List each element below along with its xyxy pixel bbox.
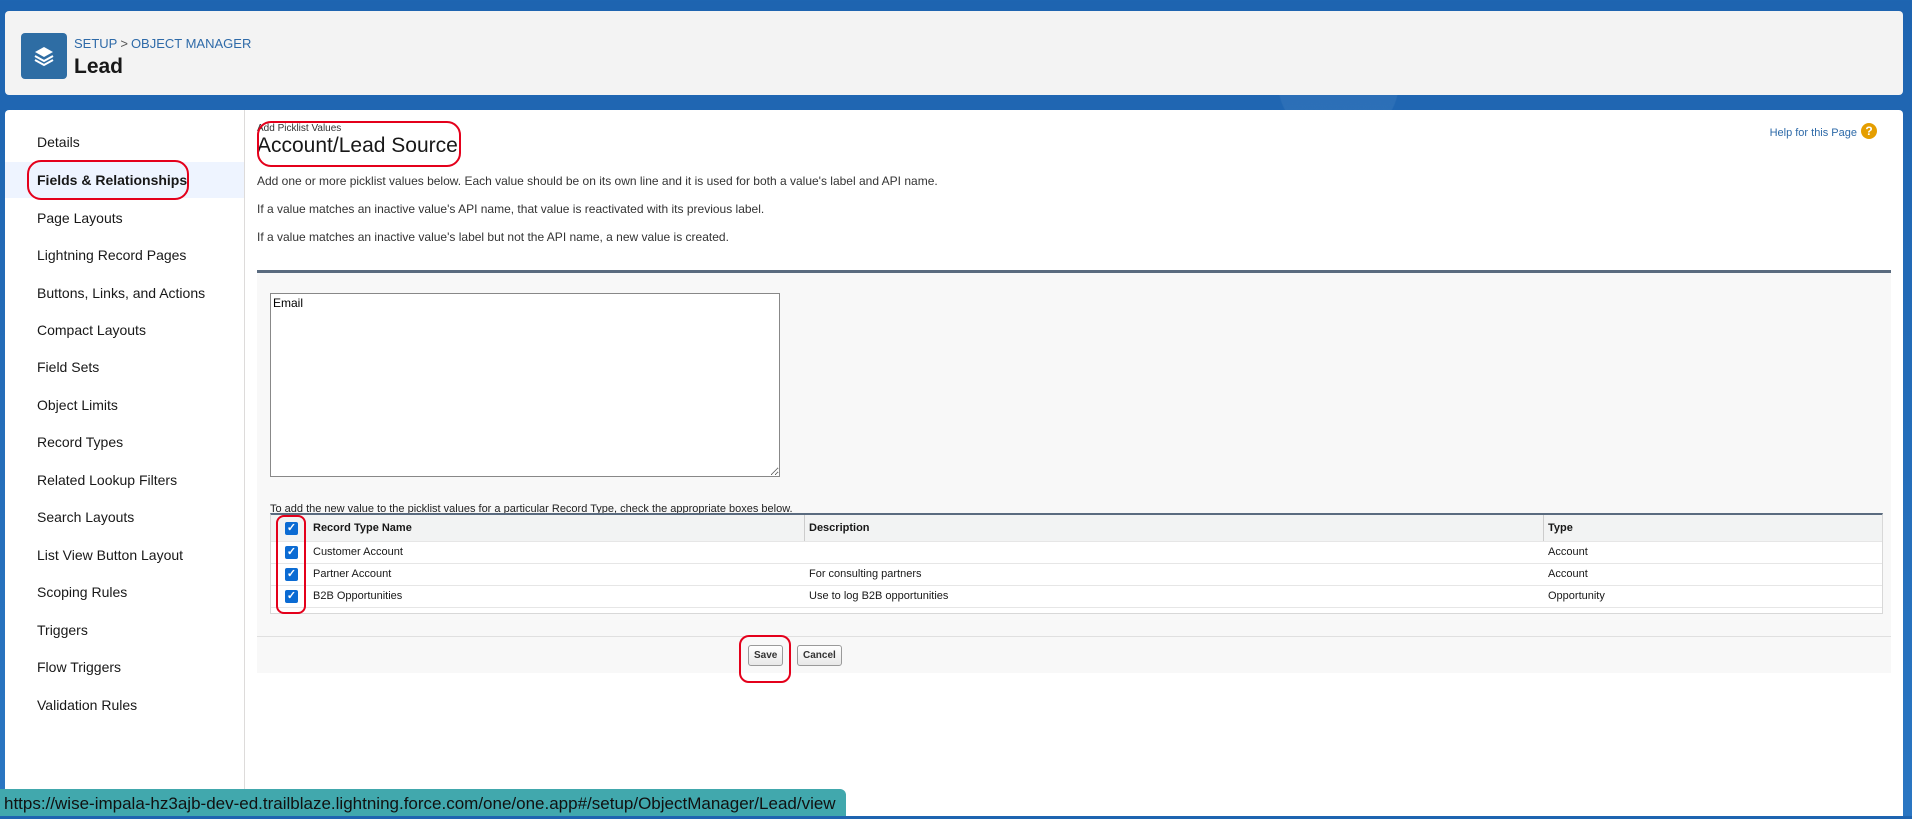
record-type-name: Customer Account [313, 546, 403, 558]
column-header-type[interactable]: Type [1543, 515, 1573, 541]
record-type-type: Account [1548, 546, 1588, 558]
sidebar-item-flow-triggers[interactable]: Flow Triggers [5, 649, 244, 685]
object-header: SETUP > OBJECT MANAGER Lead [5, 11, 1903, 95]
row-checkbox[interactable]: ✓ [285, 589, 298, 603]
sidebar-item-related-lookup-filters[interactable]: Related Lookup Filters [5, 462, 244, 498]
select-all-checkbox[interactable]: ✓ [285, 521, 298, 535]
sidebar-item-object-limits[interactable]: Object Limits [5, 387, 244, 423]
layers-icon [21, 33, 67, 79]
help-icon[interactable]: ? [1861, 123, 1877, 139]
record-type-description: For consulting partners [809, 568, 922, 580]
sidebar-item-details[interactable]: Details [5, 124, 244, 160]
table-row: ✓ B2B Opportunities Use to log B2B oppor… [271, 585, 1882, 608]
table-row: ✓ Partner Account For consulting partner… [271, 563, 1882, 586]
table-row: ✓ Customer Account Account [271, 541, 1882, 564]
table-header-row: ✓ Record Type Name Description Type [271, 515, 1882, 542]
picklist-values-textarea[interactable]: Email [270, 293, 780, 477]
record-type-type: Opportunity [1548, 590, 1605, 602]
sidebar-item-list-view-button-layout[interactable]: List View Button Layout [5, 537, 244, 573]
status-bar-url: https://wise-impala-hz3ajb-dev-ed.trailb… [0, 789, 846, 816]
sidebar-item-page-layouts[interactable]: Page Layouts [5, 200, 244, 236]
breadcrumb-setup[interactable]: SETUP [74, 36, 117, 51]
picklist-title: Account/Lead Source [257, 134, 458, 157]
picklist-form: Email To add the new value to the pickli… [257, 270, 1891, 683]
page-subtitle: Add Picklist Values [257, 123, 342, 134]
record-type-description: Use to log B2B opportunities [809, 590, 949, 602]
row-checkbox[interactable]: ✓ [285, 567, 298, 581]
record-type-table: ✓ Record Type Name Description Type ✓ Cu… [270, 513, 1883, 614]
breadcrumb-object-manager[interactable]: OBJECT MANAGER [131, 36, 251, 51]
sidebar-item-fields-relationships[interactable]: Fields & Relationships [5, 162, 244, 198]
main-panel: Details Fields & Relationships Page Layo… [5, 110, 1903, 816]
sidebar-item-buttons-links-actions[interactable]: Buttons, Links, and Actions [5, 275, 244, 311]
content-area: Add Picklist Values Account/Lead Source … [257, 110, 1897, 810]
sidebar-item-compact-layouts[interactable]: Compact Layouts [5, 312, 244, 348]
sidebar-item-scoping-rules[interactable]: Scoping Rules [5, 574, 244, 610]
column-header-record-type-name[interactable]: Record Type Name [313, 515, 412, 541]
row-checkbox[interactable]: ✓ [285, 545, 298, 559]
breadcrumb-separator: > [120, 36, 128, 51]
description-line-3: If a value matches an inactive value's l… [257, 230, 729, 244]
description-line-2: If a value matches an inactive value's A… [257, 202, 765, 216]
sidebar-item-triggers[interactable]: Triggers [5, 612, 244, 648]
sidebar-item-lightning-record-pages[interactable]: Lightning Record Pages [5, 237, 244, 273]
sidebar-item-field-sets[interactable]: Field Sets [5, 349, 244, 385]
cancel-button[interactable]: Cancel [797, 645, 842, 666]
button-row: Save Cancel [257, 635, 1891, 683]
sidebar-item-search-layouts[interactable]: Search Layouts [5, 499, 244, 535]
record-type-name: B2B Opportunities [313, 590, 403, 602]
record-type-name: Partner Account [313, 568, 392, 580]
save-button[interactable]: Save [748, 645, 784, 666]
record-type-type: Account [1548, 568, 1588, 580]
column-header-description[interactable]: Description [804, 515, 870, 541]
description-line-1: Add one or more picklist values below. E… [257, 174, 938, 188]
sidebar: Details Fields & Relationships Page Layo… [5, 110, 245, 816]
breadcrumb: SETUP > OBJECT MANAGER [74, 36, 251, 51]
sidebar-item-validation-rules[interactable]: Validation Rules [5, 687, 244, 723]
help-link[interactable]: Help for this Page [1770, 127, 1857, 139]
page-title: Lead [74, 55, 124, 78]
sidebar-item-record-types[interactable]: Record Types [5, 424, 244, 460]
